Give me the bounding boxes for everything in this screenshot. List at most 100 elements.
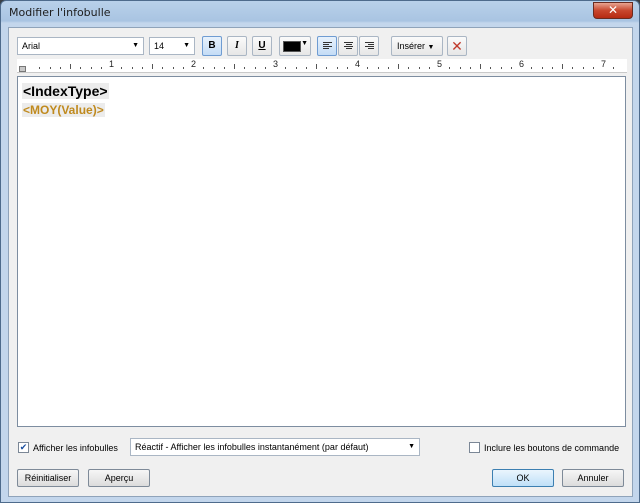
align-right-icon xyxy=(365,42,374,50)
ruler-tick xyxy=(592,67,594,69)
ruler-tick xyxy=(531,67,533,69)
ruler-tick xyxy=(100,67,102,69)
align-left-button[interactable] xyxy=(317,36,337,56)
ruler-number: 7 xyxy=(601,59,607,69)
tooltip-editor[interactable]: <IndexType> <MOY(Value)> xyxy=(17,76,626,427)
ruler-tick xyxy=(39,67,41,69)
ruler-tick xyxy=(469,67,471,69)
bold-button[interactable]: B xyxy=(202,36,222,56)
ruler-tick xyxy=(613,67,615,69)
ruler-tick xyxy=(408,67,410,69)
ruler: 1 2 3 4 5 6 7 xyxy=(17,59,627,73)
ruler-number: 6 xyxy=(519,59,525,69)
ruler-tick xyxy=(449,67,451,69)
field-avg-value[interactable]: <MOY(Value)> xyxy=(22,103,105,117)
ruler-tick xyxy=(510,67,512,69)
tooltip-mode-select[interactable]: Réactif - Afficher les infobulles instan… xyxy=(130,438,420,456)
ruler-tick xyxy=(336,67,338,69)
font-size-select[interactable]: 14 ▼ xyxy=(149,37,195,55)
ruler-tick xyxy=(541,67,543,69)
ruler-tick xyxy=(223,67,225,69)
ruler-tick xyxy=(162,67,164,69)
ruler-tick xyxy=(244,67,246,69)
chevron-down-icon: ▼ xyxy=(408,443,415,450)
font-family-value: Arial xyxy=(22,41,41,51)
ruler-tick xyxy=(213,67,215,69)
insert-label: Insérer xyxy=(397,41,426,51)
chevron-down-icon: ▼ xyxy=(183,42,190,49)
ruler-tick xyxy=(264,67,266,69)
underline-button[interactable]: U xyxy=(252,36,272,56)
tooltip-mode-value: Réactif - Afficher les infobulles instan… xyxy=(135,442,369,452)
indent-marker[interactable] xyxy=(19,66,26,72)
ruler-tick xyxy=(377,67,379,69)
ruler-number: 5 xyxy=(437,59,443,69)
ruler-tick xyxy=(141,67,143,69)
ruler-tick xyxy=(295,67,297,69)
align-center-button[interactable] xyxy=(338,36,358,56)
ruler-tick xyxy=(572,67,574,69)
show-tooltips-checkbox[interactable]: ✔ xyxy=(18,442,29,453)
italic-button[interactable]: I xyxy=(227,36,247,56)
field-index-type[interactable]: <IndexType> xyxy=(22,83,109,99)
ruler-tick xyxy=(459,67,461,69)
window-close-button[interactable]: ✕ xyxy=(593,2,633,19)
ruler-tick xyxy=(121,67,123,69)
ruler-tick xyxy=(49,67,51,69)
ruler-tick xyxy=(285,67,287,69)
color-swatch xyxy=(283,41,301,52)
ruler-tick xyxy=(182,67,184,69)
ruler-tick xyxy=(387,67,389,69)
ruler-number: 2 xyxy=(191,59,197,69)
ruler-tick xyxy=(316,64,317,69)
ruler-tick xyxy=(80,67,82,69)
include-buttons-checkbox[interactable] xyxy=(469,442,480,453)
ruler-tick xyxy=(305,67,307,69)
window-title: Modifier l'infobulle xyxy=(9,6,111,19)
text-color-picker[interactable]: ▼ xyxy=(279,36,311,56)
ruler-number: 1 xyxy=(109,59,115,69)
ruler-tick xyxy=(172,67,174,69)
ok-button[interactable]: OK xyxy=(492,469,554,487)
ruler-tick xyxy=(346,67,348,69)
font-size-value: 14 xyxy=(154,41,165,51)
ruler-number: 4 xyxy=(355,59,361,69)
clear-formatting-button[interactable]: ✕ xyxy=(447,36,467,56)
title-bar[interactable]: Modifier l'infobulle ✕ xyxy=(1,1,639,23)
ruler-tick xyxy=(70,64,71,69)
ruler-tick xyxy=(90,67,92,69)
dialog-window: Modifier l'infobulle ✕ Arial ▼ 14 ▼ B I … xyxy=(0,0,640,503)
ruler-tick xyxy=(152,64,153,69)
ruler-tick xyxy=(398,64,399,69)
ruler-tick xyxy=(234,64,235,69)
ruler-tick xyxy=(500,67,502,69)
ruler-tick xyxy=(59,67,61,69)
insert-menu-button[interactable]: Insérer ▼ xyxy=(391,36,443,56)
dialog-client-area: Arial ▼ 14 ▼ B I U ▼ Insérer ▼ ✕ 1 2 3 4… xyxy=(8,27,633,497)
ruler-number: 3 xyxy=(273,59,279,69)
ruler-tick xyxy=(326,67,328,69)
ruler-tick xyxy=(367,67,369,69)
ruler-tick xyxy=(418,67,420,69)
align-center-icon xyxy=(344,42,353,50)
align-left-icon xyxy=(323,42,332,50)
font-family-select[interactable]: Arial ▼ xyxy=(17,37,144,55)
ruler-tick xyxy=(480,64,481,69)
chevron-down-icon: ▼ xyxy=(427,44,435,51)
chevron-down-icon: ▼ xyxy=(301,40,308,47)
ruler-tick xyxy=(490,67,492,69)
reset-button[interactable]: Réinitialiser xyxy=(17,469,79,487)
ruler-tick xyxy=(131,67,133,69)
cancel-button[interactable]: Annuler xyxy=(562,469,624,487)
ruler-tick xyxy=(254,67,256,69)
preview-button[interactable]: Aperçu xyxy=(88,469,150,487)
ruler-tick xyxy=(582,67,584,69)
ruler-tick xyxy=(562,64,563,69)
chevron-down-icon: ▼ xyxy=(132,42,139,49)
align-right-button[interactable] xyxy=(359,36,379,56)
ruler-tick xyxy=(203,67,205,69)
show-tooltips-label: Afficher les infobulles xyxy=(33,443,118,453)
ruler-tick xyxy=(551,67,553,69)
include-buttons-label: Inclure les boutons de commande xyxy=(484,443,620,453)
ruler-tick xyxy=(428,67,430,69)
